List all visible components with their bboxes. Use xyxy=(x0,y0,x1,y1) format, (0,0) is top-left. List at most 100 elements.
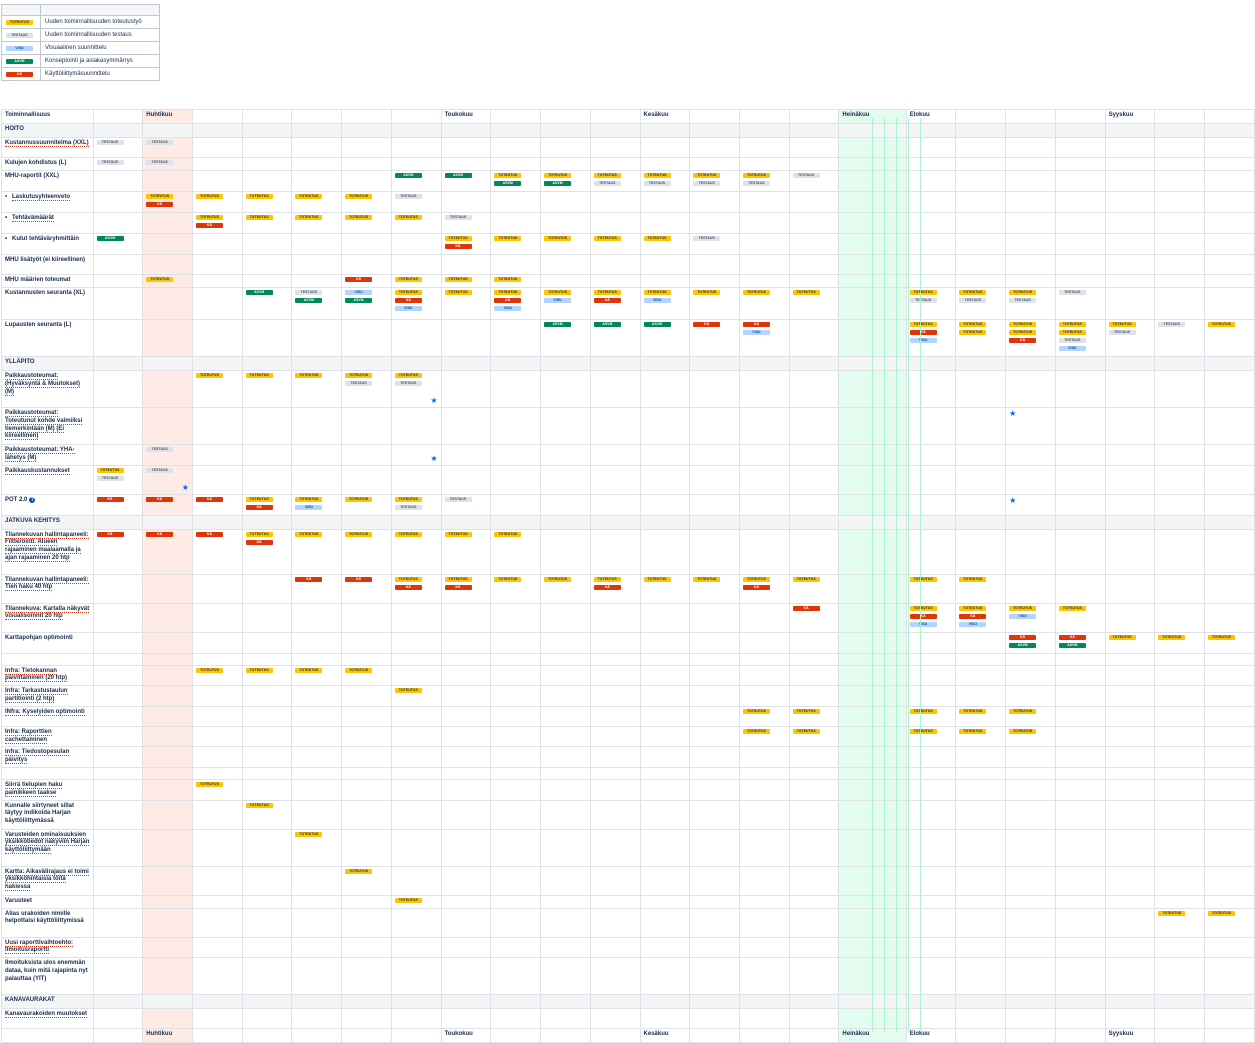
schedule-cell xyxy=(788,746,840,768)
feature-label[interactable]: Paikkaustoteumat: YHA-lähetys (M) xyxy=(5,447,75,462)
schedule-cell xyxy=(291,157,343,171)
feature-label[interactable]: Infra: Tarkastustaulun partitiointi (2 h… xyxy=(5,688,68,703)
feature-name[interactable]: Kanavaurakoiden muutokset xyxy=(1,1008,94,1030)
schedule-cell xyxy=(490,828,542,867)
feature-name[interactable]: Uusi raporttivaihtoehto: Ilmoitusraportt… xyxy=(1,936,94,959)
feature-row: INfra: Kyselyiden optimointi TOTEUTUS TOTE… xyxy=(1,705,1255,727)
feature-name[interactable]: Infra: Tarkastustaulun partitiointi (2 h… xyxy=(1,685,94,707)
feature-label[interactable]: Infra: Tietokannan päivittäminen (20 htp… xyxy=(5,667,68,683)
schedule-cell xyxy=(191,137,243,158)
status-tag: KÄ xyxy=(742,322,770,327)
section-cell xyxy=(142,514,193,530)
status-tag: TOTEUTUS xyxy=(593,290,621,295)
feature-name[interactable]: Laskutusyhteenveto xyxy=(1,191,94,213)
feature-label[interactable]: Kustannussuunnitelma (XXL) xyxy=(5,140,89,147)
schedule-cell xyxy=(440,664,492,687)
status-tag: TOTEUTUS xyxy=(792,576,820,582)
month-header xyxy=(689,109,740,124)
status-tag: TESTAUS xyxy=(792,173,820,178)
section-cell xyxy=(1054,994,1106,1010)
schedule-cell: TESTAUS xyxy=(689,233,740,255)
schedule-cell xyxy=(142,957,193,996)
status-tag: TOTEUTUS xyxy=(1058,322,1086,327)
feature-label[interactable]: Uusi raporttivaihtoehto: Ilmoitusraportt… xyxy=(5,939,74,955)
section-cell xyxy=(1005,994,1056,1010)
schedule-cell xyxy=(341,137,392,158)
schedule-cell: KÄ ASVM xyxy=(1054,631,1106,654)
feature-name[interactable]: Paikkauskustannukset xyxy=(1,464,94,495)
feature-label[interactable]: Kartta: Aikavälirajaus ei toimi yksikköh… xyxy=(5,868,89,892)
schedule-cell xyxy=(788,464,840,495)
feature-name[interactable]: Tehtävämäärät xyxy=(1,212,94,234)
status-tag: TESTAUS xyxy=(345,381,373,386)
schedule-cell xyxy=(540,137,591,158)
schedule-cell: TOTEUTUS xyxy=(490,573,542,604)
schedule-cell xyxy=(1154,157,1206,171)
schedule-cell xyxy=(905,936,957,959)
schedule-cell xyxy=(589,664,641,687)
schedule-cell xyxy=(341,685,392,707)
schedule-cell xyxy=(241,766,293,780)
feature-name[interactable]: Siirrä tielupien haku painikkeen taakse xyxy=(1,778,94,801)
schedule-cell xyxy=(1204,233,1255,255)
feature-name[interactable]: Tilannekuva: Kartalla näkyvät visualisoi… xyxy=(1,602,94,633)
feature-label[interactable]: Infra: Raporttien cachettaminen xyxy=(5,728,52,744)
status-tag: TOTEUTUS xyxy=(593,576,621,582)
schedule-cell xyxy=(142,319,193,357)
feature-name[interactable]: INfra: Kyselyiden optimointi xyxy=(1,705,94,727)
feature-name[interactable]: Kartta: Aikavälirajaus ei toimi yksikköh… xyxy=(1,865,94,896)
feature-label[interactable]: Infra: Tiedostopesulan päivitys xyxy=(5,749,70,765)
schedule-cell xyxy=(440,319,492,357)
feature-name[interactable]: Paikkaustoteumat: (Hyväksyntä & Muutokse… xyxy=(1,370,94,408)
feature-name[interactable]: Infra: Tiedostopesulan päivitys xyxy=(1,746,94,768)
feature-label[interactable]: Tilannekuvan hallintapaneeli: Tien haku … xyxy=(5,576,89,592)
schedule-cell: TOTEUTUS xyxy=(1204,319,1255,357)
schedule-cell xyxy=(955,936,1007,959)
status-tag: TOTEUTUS xyxy=(959,576,987,582)
status-tag: TESTAUS xyxy=(394,381,422,386)
schedule-cell: TOTEUTUS VISU xyxy=(540,287,591,320)
schedule-cell: TOTEUTUS TESTAUS xyxy=(1104,319,1156,357)
feature-label[interactable]: Varusteiden ominaisuuksien yksikkötiedot… xyxy=(5,831,90,855)
feature-name[interactable]: Tilannekuvan hallintapaneeli: Filtteröin… xyxy=(1,528,94,575)
feature-label[interactable]: Laskutusyhteenveto xyxy=(12,194,71,201)
feature-label[interactable]: Siirrä tielupien haku painikkeen taakse xyxy=(5,781,63,797)
feature-name[interactable]: Paikkaustoteumat: Toteutunut kohde valmi… xyxy=(1,407,94,445)
schedule-cell xyxy=(191,170,243,192)
feature-name[interactable]: Kustannussuunnitelma (XXL) xyxy=(1,137,94,158)
schedule-cell xyxy=(1054,1008,1106,1030)
schedule-cell xyxy=(390,766,442,780)
schedule-cell: ASVM xyxy=(241,287,293,320)
schedule-cell xyxy=(241,778,293,801)
feature-label[interactable]: Kanavaurakoiden muutokset xyxy=(5,1011,88,1019)
feature-label[interactable]: Tilannekuva: Kartalla näkyvät visualisoi… xyxy=(5,605,90,621)
schedule-cell xyxy=(291,725,343,748)
schedule-cell xyxy=(955,685,1007,707)
section-cell xyxy=(788,123,840,138)
section-cell xyxy=(738,514,790,530)
help-icon[interactable]: ? xyxy=(29,496,36,503)
feature-label[interactable]: Paikkaustoteumat: (Hyväksyntä & Muutokse… xyxy=(5,373,81,396)
feature-label[interactable]: Paikkauskustannukset xyxy=(5,467,70,475)
schedule-cell xyxy=(142,631,193,654)
feature-label[interactable]: Tilannekuvan hallintapaneeli: Filtteröin… xyxy=(5,531,89,562)
feature-name[interactable]: Infra: Tietokannan päivittäminen (20 htp… xyxy=(1,664,94,687)
feature-name[interactable]: Varusteiden ominaisuuksien yksikkötiedot… xyxy=(1,828,94,867)
status-tag: KÄ xyxy=(1058,634,1086,640)
schedule-cell xyxy=(1204,664,1255,687)
section-cell xyxy=(738,994,790,1010)
schedule-cell xyxy=(1204,766,1255,780)
feature-name[interactable]: Tilannekuvan hallintapaneeli: Tien haku … xyxy=(1,573,94,604)
schedule-cell xyxy=(1005,370,1056,408)
status-tag: KÄ xyxy=(195,531,223,537)
status-tag: KÄ xyxy=(909,613,937,619)
feature-label[interactable]: INfra: Kyselyiden optimointi xyxy=(5,708,85,716)
feature-name[interactable]: Infra: Raporttien cachettaminen xyxy=(1,725,94,748)
status-tag: TESTAUS xyxy=(959,298,987,303)
feature-label[interactable]: Paikkaustoteumat: Toteutunut kohde valmi… xyxy=(5,410,83,441)
feature-row: Varusteiden ominaisuuksien yksikkötiedot… xyxy=(1,828,1255,867)
month-header xyxy=(1005,1028,1056,1043)
feature-name[interactable]: Paikkaustoteumat: YHA-lähetys (M) xyxy=(1,444,94,466)
feature-label[interactable]: Tehtävämäärät xyxy=(12,215,54,222)
schedule-cell xyxy=(1005,828,1056,867)
